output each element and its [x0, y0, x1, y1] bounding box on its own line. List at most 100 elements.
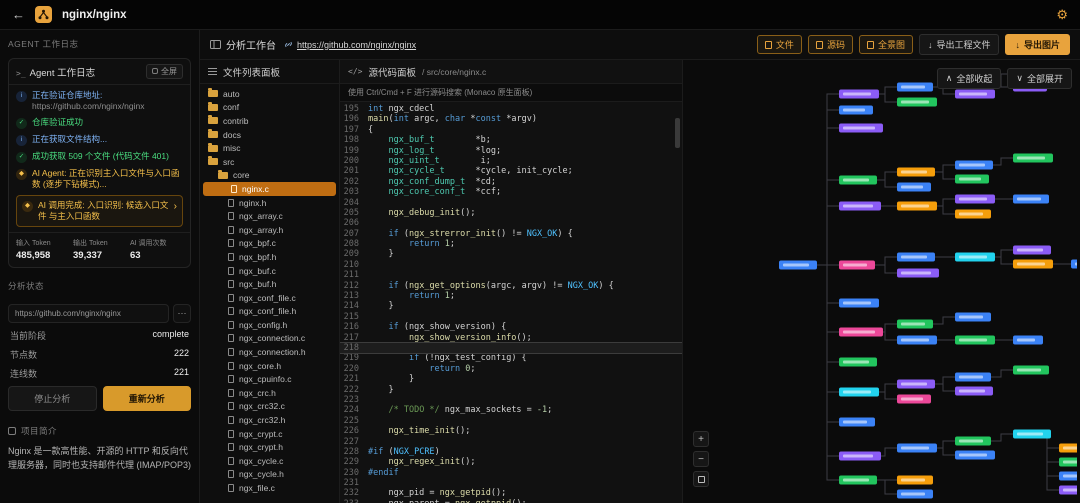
code-line[interactable]: 216 if (ngx_show_version) { [340, 322, 682, 332]
tree-item-label: ngx_cycle.h [239, 469, 284, 479]
success-icon: ✓ [16, 152, 27, 163]
code-line[interactable]: 227 [340, 437, 682, 447]
folder-item-core[interactable]: core [200, 169, 339, 183]
code-line[interactable]: 210 [340, 260, 682, 270]
code-line[interactable]: 201 ngx_cycle_t *cycle, init_cycle; [340, 166, 682, 176]
view-button-文件[interactable]: 文件 [757, 35, 802, 54]
code-line[interactable]: 211 [340, 270, 682, 280]
folder-item-src[interactable]: src [200, 155, 339, 169]
code-line[interactable]: 224 /* TODO */ ngx_max_sockets = -1; [340, 405, 682, 415]
code-line[interactable]: 207 if (ngx_strerror_init() != NGX_OK) { [340, 229, 682, 239]
folder-item-conf[interactable]: conf [200, 101, 339, 115]
code-line[interactable]: 199 ngx_log_t *log; [340, 146, 682, 156]
file-item-ngx_bpf.c[interactable]: ngx_bpf.c [200, 237, 339, 251]
code-line[interactable]: 209 } [340, 249, 682, 259]
file-item-nginx.h[interactable]: nginx.h [200, 196, 339, 210]
dependency-graph[interactable] [683, 60, 1077, 503]
code-line[interactable]: 204 [340, 198, 682, 208]
code-line[interactable]: 231 [340, 478, 682, 488]
repo-url-field[interactable]: https://github.com/nginx/nginx [8, 304, 169, 323]
file-item-ngx_crypt.h[interactable]: ngx_crypt.h [200, 440, 339, 454]
code-line[interactable]: 218 [340, 343, 682, 353]
code-line[interactable]: 228#if (NGX_PCRE) [340, 447, 682, 457]
zoom-out-button[interactable]: − [693, 451, 709, 467]
graph-node-label [1017, 339, 1035, 342]
file-item-ngx_connection.c[interactable]: ngx_connection.c [200, 332, 339, 346]
file-item-ngx_file.c[interactable]: ngx_file.c [200, 481, 339, 495]
code-editor[interactable]: 195int ngx_cdecl196main(int argc, char *… [340, 102, 682, 503]
file-item-ngx_buf.h[interactable]: ngx_buf.h [200, 277, 339, 291]
code-line[interactable]: 217 ngx_show_version_info(); [340, 333, 682, 343]
back-button[interactable]: ← [12, 7, 25, 22]
rerun-analysis-button[interactable]: 重新分析 [103, 386, 192, 411]
file-item-ngx_conf_file.h[interactable]: ngx_conf_file.h [200, 305, 339, 319]
code-line[interactable]: 232 ngx_pid = ngx_getpid(); [340, 488, 682, 498]
code-line[interactable]: 202 ngx_conf_dump_t *cd; [340, 177, 682, 187]
file-item-ngx_crypt.c[interactable]: ngx_crypt.c [200, 427, 339, 441]
file-item-ngx_conf_file.c[interactable]: ngx_conf_file.c [200, 291, 339, 305]
folder-item-contrib[interactable]: contrib [200, 114, 339, 128]
code-line[interactable]: 212 if (ngx_get_options(argc, argv) != N… [340, 281, 682, 291]
code-line[interactable]: 220 return 0; [340, 364, 682, 374]
file-item-ngx_crc32.c[interactable]: ngx_crc32.c [200, 400, 339, 414]
file-item-ngx_array.c[interactable]: ngx_array.c [200, 209, 339, 223]
code-line[interactable]: 229 ngx_regex_init(); [340, 457, 682, 467]
expand-all-button[interactable]: ∨全部展开 [1007, 68, 1072, 89]
code-line[interactable]: 214 } [340, 301, 682, 311]
code-line[interactable]: 215 [340, 312, 682, 322]
code-line[interactable]: 205 ngx_debug_init(); [340, 208, 682, 218]
scrollbar-thumb[interactable] [675, 118, 680, 148]
view-button-源码[interactable]: 源码 [808, 35, 853, 54]
code-line[interactable]: 226 ngx_time_init(); [340, 426, 682, 436]
file-item-ngx_array.h[interactable]: ngx_array.h [200, 223, 339, 237]
code-line[interactable]: 206 [340, 218, 682, 228]
file-item-ngx_core.h[interactable]: ngx_core.h [200, 359, 339, 373]
file-item-ngx_cycle.c[interactable]: ngx_cycle.c [200, 454, 339, 468]
info-icon: i [16, 91, 27, 102]
file-item-ngx_cycle.h[interactable]: ngx_cycle.h [200, 468, 339, 482]
folder-item-misc[interactable]: misc [200, 141, 339, 155]
code-line[interactable]: 195int ngx_cdecl [340, 104, 682, 114]
file-item-ngx_crc32.h[interactable]: ngx_crc32.h [200, 413, 339, 427]
folder-item-auto[interactable]: auto [200, 87, 339, 101]
file-item-ngx_cpuinfo.c[interactable]: ngx_cpuinfo.c [200, 372, 339, 386]
url-menu-button[interactable]: ⋯ [173, 304, 191, 323]
code-line[interactable]: 222 } [340, 385, 682, 395]
collapse-all-button[interactable]: ∧全部收起 [937, 68, 1002, 89]
code-line[interactable]: 230#endif [340, 468, 682, 478]
fit-view-button[interactable] [693, 471, 709, 487]
graph-edge [935, 384, 955, 391]
stop-analysis-button[interactable]: 停止分析 [8, 386, 97, 411]
export-project-button[interactable]: ↓导出工程文件 [919, 34, 1000, 55]
code-line[interactable]: 223 [340, 395, 682, 405]
file-item-ngx_connection.h[interactable]: ngx_connection.h [200, 345, 339, 359]
code-line[interactable]: 197{ [340, 125, 682, 135]
repo-link[interactable]: https://github.com/nginx/nginx [284, 40, 416, 50]
folder-item-docs[interactable]: docs [200, 128, 339, 142]
graph-edge [937, 199, 955, 206]
settings-gear-icon[interactable]: ⚙ [1056, 7, 1068, 23]
code-line[interactable]: 203 ngx_core_conf_t *ccf; [340, 187, 682, 197]
code-line[interactable]: 198 ngx_buf_t *b; [340, 135, 682, 145]
code-line[interactable]: 213 return 1; [340, 291, 682, 301]
file-item-nginx.c[interactable]: nginx.c [203, 182, 336, 196]
code-line[interactable]: 225 [340, 416, 682, 426]
fullscreen-button[interactable]: 全屏 [146, 64, 183, 79]
code-line[interactable]: 208 return 1; [340, 239, 682, 249]
link-icon [284, 40, 293, 49]
log-item[interactable]: ◆AI 调用完成: 入口识别: 候选入口文件 与主入口函数› [16, 195, 183, 227]
export-image-button[interactable]: ↓导出图片 [1005, 34, 1070, 55]
code-line[interactable]: 196main(int argc, char *const *argv) [340, 114, 682, 124]
code-line[interactable]: 219 if (!ngx_test_config) { [340, 353, 682, 363]
zoom-in-button[interactable]: + [693, 431, 709, 447]
file-item-ngx_crc.h[interactable]: ngx_crc.h [200, 386, 339, 400]
code-line[interactable]: 221 } [340, 374, 682, 384]
view-button-全景图[interactable]: 全景图 [859, 35, 913, 54]
code-line[interactable]: 200 ngx_uint_t i; [340, 156, 682, 166]
code-line[interactable]: 233 ngx_parent = ngx_getppid(); [340, 499, 682, 503]
file-item-ngx_buf.c[interactable]: ngx_buf.c [200, 264, 339, 278]
file-item-ngx_config.h[interactable]: ngx_config.h [200, 318, 339, 332]
list-icon [208, 68, 217, 75]
file-item-ngx_bpf.h[interactable]: ngx_bpf.h [200, 250, 339, 264]
graph-edge [877, 172, 897, 180]
